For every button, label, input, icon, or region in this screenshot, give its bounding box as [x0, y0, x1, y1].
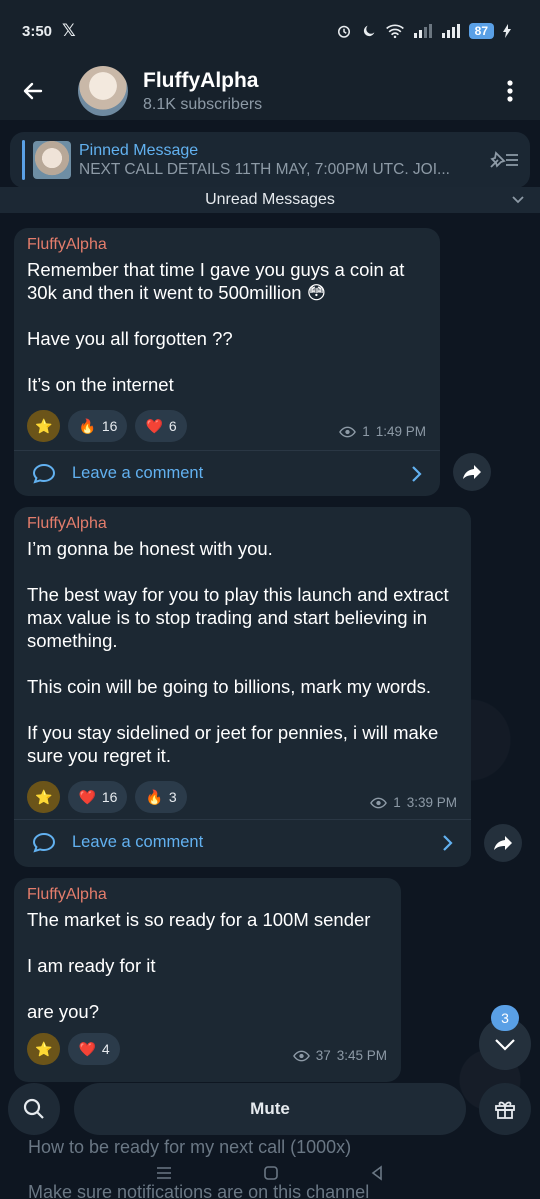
message-author: FluffyAlpha — [27, 886, 107, 903]
search-icon — [23, 1098, 44, 1119]
share-button[interactable] — [484, 824, 522, 862]
x-logo-icon: 𝕏 — [62, 21, 76, 40]
share-button[interactable] — [453, 453, 491, 491]
share-arrow-icon — [463, 465, 481, 479]
gift-button[interactable] — [479, 1083, 531, 1135]
channel-title-block[interactable]: FluffyAlpha 8.1K subscribers — [143, 69, 490, 114]
comment-bubble-icon — [32, 832, 56, 853]
wifi-icon — [385, 24, 404, 39]
pinned-thumbnail — [33, 141, 71, 179]
fire-icon: 🔥 — [78, 417, 96, 434]
fire-icon: 🔥 — [145, 788, 163, 805]
reaction-heart[interactable]: ❤️ 16 — [68, 781, 128, 813]
reaction-fire[interactable]: 🔥 16 — [68, 410, 128, 442]
pinned-title: Pinned Message — [79, 141, 199, 159]
reaction-star[interactable]: ⭐ — [27, 1033, 61, 1065]
star-icon: ⭐ — [35, 417, 53, 434]
message-author: FluffyAlpha — [27, 515, 107, 532]
eye-icon — [370, 797, 388, 808]
back-button[interactable] — [0, 62, 66, 120]
mute-label: Mute — [250, 1099, 290, 1118]
message-meta: 1 3:39 PM — [370, 795, 457, 810]
channel-avatar[interactable] — [78, 66, 128, 116]
gift-icon — [495, 1101, 515, 1119]
system-navigation-bar — [0, 1155, 540, 1191]
more-vertical-icon — [507, 80, 513, 102]
message-time: 3:45 PM — [336, 1048, 387, 1063]
reaction-fire[interactable]: 🔥 3 — [135, 781, 187, 813]
view-count: 1 — [362, 424, 370, 439]
alarm-icon — [337, 25, 350, 38]
message-bubble[interactable]: FluffyAlpha Remember that time I gave yo… — [14, 228, 440, 496]
reaction-star[interactable]: ⭐ — [27, 410, 61, 442]
message-meta: 37 3:45 PM — [292, 1048, 387, 1063]
signal-icon-2 — [441, 24, 460, 38]
status-bar: 3:50 𝕏 87 — [0, 0, 540, 62]
reaction-star[interactable]: ⭐ — [27, 781, 61, 813]
message-author: FluffyAlpha — [27, 236, 107, 253]
more-options-button[interactable] — [490, 62, 530, 120]
reaction-count: 16 — [101, 789, 118, 805]
message-meta: 1 1:49 PM — [339, 424, 426, 439]
unread-messages-divider: Unread Messages — [0, 187, 540, 213]
heart-icon: ❤️ — [145, 417, 163, 434]
reaction-count: 16 — [101, 418, 118, 434]
status-time: 3:50 — [22, 22, 53, 40]
home-nav-icon[interactable] — [263, 1165, 279, 1181]
reaction-count: 6 — [168, 418, 177, 434]
message-text: Remember that time I gave you guys a coi… — [27, 259, 405, 395]
menu-nav-icon[interactable] — [155, 1165, 173, 1181]
star-icon: ⭐ — [35, 1040, 53, 1057]
pinned-indicator — [22, 140, 25, 180]
leave-comment-label: Leave a comment — [72, 464, 204, 482]
chevron-right-icon — [412, 465, 422, 482]
view-count: 1 — [393, 795, 401, 810]
eye-icon — [339, 426, 357, 437]
message-text: The market is so ready for a 100M sender… — [27, 909, 371, 1022]
leave-comment-button[interactable]: Leave a comment — [14, 819, 471, 865]
channel-name: FluffyAlpha — [143, 68, 259, 92]
star-icon: ⭐ — [35, 788, 53, 805]
reaction-heart[interactable]: ❤️ 6 — [135, 410, 187, 442]
pinned-message-bar[interactable]: Pinned Message NEXT CALL DETAILS 11TH MA… — [10, 132, 530, 188]
reaction-count: 3 — [168, 789, 177, 805]
chevron-down-icon — [495, 1039, 515, 1051]
subscriber-count: 8.1K subscribers — [143, 95, 263, 113]
leave-comment-button[interactable]: Leave a comment — [14, 450, 440, 496]
reaction-count: 4 — [101, 1041, 110, 1057]
message-bubble[interactable]: FluffyAlpha I’m gonna be honest with you… — [14, 507, 471, 867]
message-text: I’m gonna be honest with you. The best w… — [27, 538, 449, 766]
heart-icon: ❤️ — [78, 788, 96, 805]
moon-icon — [363, 25, 374, 37]
unread-count-badge: 3 — [491, 1005, 519, 1031]
battery-level: 87 — [468, 23, 494, 39]
message-time: 3:39 PM — [406, 795, 457, 810]
reaction-heart[interactable]: ❤️ 4 — [68, 1033, 120, 1065]
view-count: 37 — [315, 1048, 331, 1063]
mute-button[interactable]: Mute — [74, 1083, 466, 1135]
message-bubble[interactable]: FluffyAlpha The market is so ready for a… — [14, 878, 401, 1082]
search-button[interactable] — [8, 1083, 60, 1135]
pinned-preview: NEXT CALL DETAILS 11TH MAY, 7:00PM UTC. … — [79, 160, 450, 178]
comment-bubble-icon — [32, 463, 56, 484]
share-arrow-icon — [494, 836, 512, 850]
leave-comment-label: Leave a comment — [72, 833, 204, 851]
heart-icon: ❤️ — [78, 1040, 96, 1057]
back-nav-icon[interactable] — [369, 1165, 385, 1181]
signal-icon — [413, 24, 432, 38]
chevron-down-icon[interactable] — [510, 191, 526, 207]
chevron-right-icon — [443, 834, 453, 851]
arrow-left-icon — [23, 82, 43, 100]
pin-list-icon[interactable] — [488, 149, 520, 171]
eye-icon — [292, 1050, 310, 1061]
message-time: 1:49 PM — [375, 424, 426, 439]
unread-label: Unread Messages — [205, 191, 335, 208]
charging-icon — [503, 24, 511, 38]
channel-header: FluffyAlpha 8.1K subscribers — [0, 62, 540, 120]
